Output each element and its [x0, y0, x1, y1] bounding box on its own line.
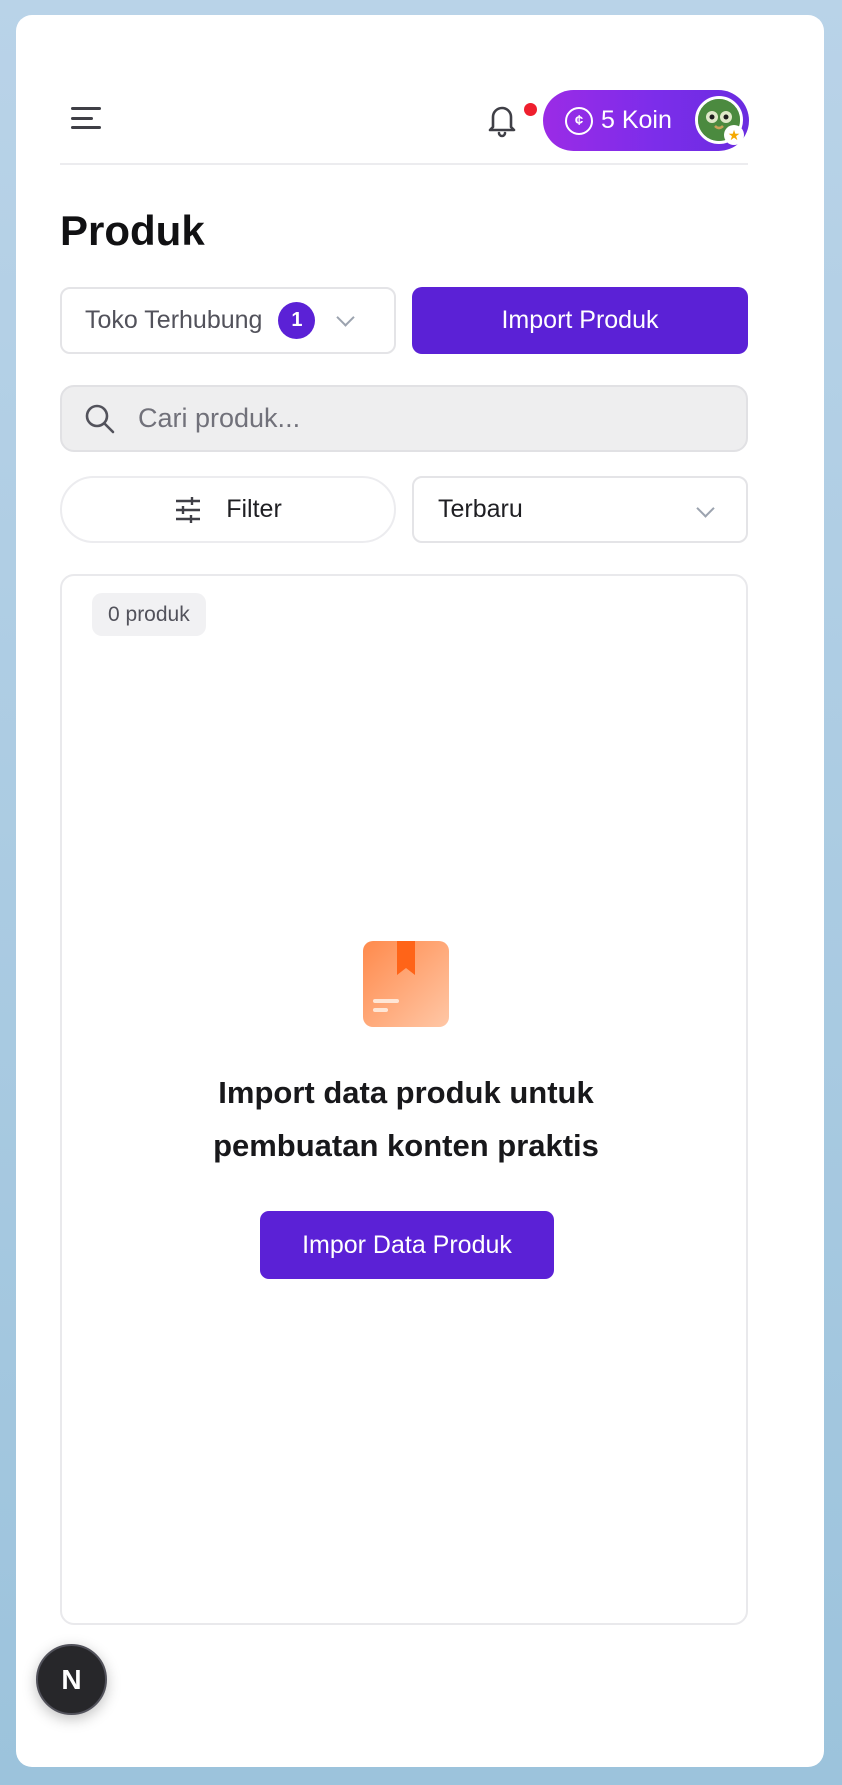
filter-button[interactable]: Filter	[60, 476, 396, 543]
notification-dot	[524, 103, 537, 116]
search-input[interactable]	[138, 403, 698, 434]
product-count-chip: 0 produk	[92, 593, 206, 636]
chevron-down-icon	[336, 308, 356, 327]
store-count-badge: 1	[278, 302, 316, 339]
chevron-down-icon	[696, 499, 715, 518]
filter-label: Filter	[226, 495, 282, 523]
page-title: Produk	[60, 207, 205, 254]
menu-icon[interactable]	[71, 103, 103, 133]
package-icon	[363, 941, 449, 1027]
koin-balance-button[interactable]: ¢ 5 Koin ★	[543, 90, 749, 151]
dev-tools-badge[interactable]: N	[36, 1644, 107, 1715]
import-products-button[interactable]: Import Produk	[412, 287, 748, 354]
connected-store-select[interactable]: Toko Terhubung 1	[60, 287, 396, 354]
store-select-label: Toko Terhubung	[85, 306, 263, 334]
product-list-panel: 0 produk Import data produk untuk pembua…	[60, 574, 748, 1625]
bell-icon[interactable]	[484, 101, 520, 139]
sort-select[interactable]: Terbaru	[412, 476, 748, 543]
search-bar	[60, 385, 748, 452]
koin-label: 5 Koin	[601, 106, 672, 134]
sort-value: Terbaru	[438, 495, 523, 523]
star-icon: ★	[724, 125, 744, 145]
sliders-icon	[176, 496, 201, 523]
avatar[interactable]: ★	[695, 96, 744, 145]
top-header: ¢ 5 Koin ★	[60, 73, 749, 165]
coin-icon: ¢	[565, 106, 593, 135]
import-data-button[interactable]: Impor Data Produk	[260, 1211, 554, 1279]
empty-state-title: Import data produk untuk pembuatan konte…	[213, 1075, 599, 1163]
search-icon	[85, 404, 115, 433]
